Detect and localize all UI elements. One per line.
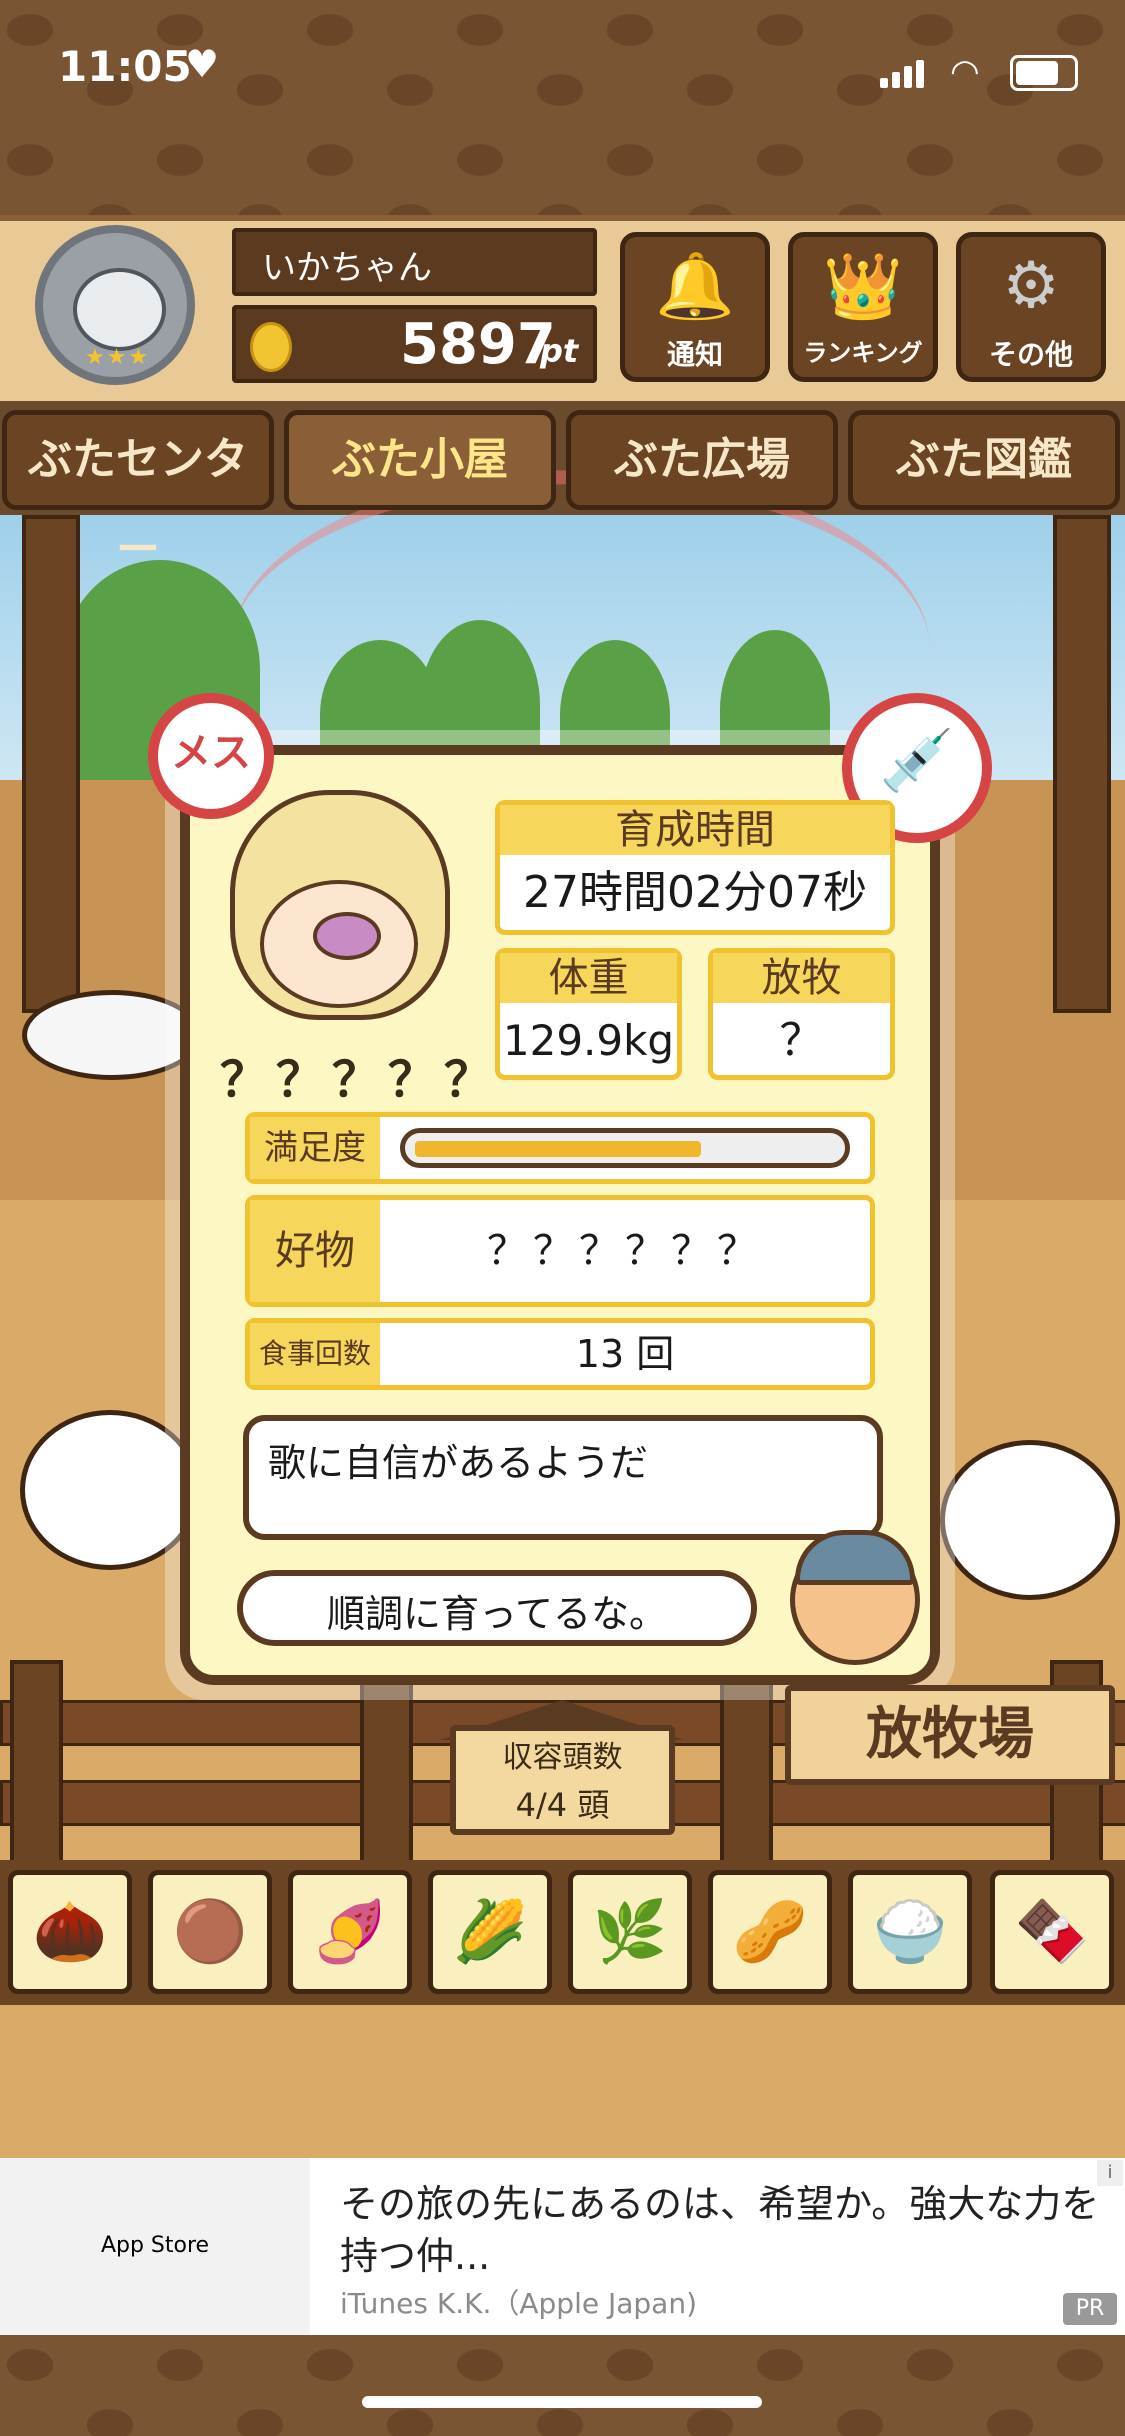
- signal-icon: [880, 60, 928, 88]
- gate-post-right: [1053, 515, 1111, 1013]
- pig-face-icon: [73, 268, 166, 351]
- player-name: いかちゃん: [262, 248, 432, 288]
- capacity-value: 4/4 頭: [515, 1786, 610, 1824]
- growth-time-value: 27時間02分07秒: [523, 867, 867, 918]
- food-item-button[interactable]: 🟤: [148, 1870, 272, 1994]
- points-unit: pt: [540, 332, 579, 370]
- coin-icon: [250, 322, 292, 372]
- food-item-button[interactable]: 🌿: [568, 1870, 692, 1994]
- bottom-background: [0, 2335, 1125, 2436]
- syringe-icon: 💉: [879, 726, 955, 796]
- food-item-button[interactable]: 🥜: [708, 1870, 832, 1994]
- other-button[interactable]: ⚙ その他: [956, 232, 1106, 382]
- pig-sprite: [940, 1440, 1120, 1600]
- top-background: [0, 0, 1125, 215]
- tab-buta-hiroba[interactable]: ぶた広場: [566, 410, 838, 510]
- points-value: 5897: [400, 312, 556, 377]
- favorite-label: 好物: [250, 1200, 380, 1302]
- bell-icon: 🔔: [655, 250, 735, 324]
- food-item-button[interactable]: 🌽: [428, 1870, 552, 1994]
- gear-icon: ⚙: [1002, 249, 1060, 323]
- info-icon[interactable]: i: [1097, 2160, 1123, 2186]
- ad-advertiser: iTunes K.K.（Apple Japan): [340, 2287, 697, 2320]
- growth-time-label: 育成時間: [500, 805, 890, 855]
- fence-post: [10, 1660, 63, 1868]
- tab-buta-koya[interactable]: ぶた小屋: [284, 410, 556, 510]
- notification-button[interactable]: 🔔 通知: [620, 232, 770, 382]
- crown-icon: 👑: [823, 250, 903, 324]
- satisfaction-label: 満足度: [250, 1117, 380, 1179]
- meals-label: 食事回数: [250, 1323, 380, 1385]
- pig-nose: [313, 912, 381, 960]
- rank-stars: ★★★: [85, 345, 151, 370]
- player-avatar[interactable]: ★★★: [35, 225, 195, 385]
- food-item-button[interactable]: 🍠: [288, 1870, 412, 1994]
- grazing-box: 放牧 ？: [708, 948, 895, 1080]
- gate-post-left: [22, 515, 80, 1013]
- satisfaction-fill: [415, 1141, 701, 1157]
- home-indicator[interactable]: [362, 2396, 762, 2408]
- tab-buta-center[interactable]: ぶたセンター: [2, 410, 274, 575]
- weight-label: 体重: [500, 953, 677, 1003]
- ranking-button[interactable]: 👑 ランキング: [788, 232, 938, 382]
- pr-badge: PR: [1063, 2293, 1117, 2325]
- farmer-message: 順調に育ってるな。: [326, 1592, 668, 1636]
- food-item-button[interactable]: 🍫: [990, 1870, 1114, 1994]
- capacity-label: 収容頭数: [502, 1740, 623, 1775]
- ranking-label: ランキング: [803, 339, 923, 367]
- ad-text[interactable]: その旅の先にあるのは、希望か。強大な力を持つ仲...: [340, 2178, 1100, 2282]
- grazing-value: ？: [779, 1015, 824, 1066]
- status-time: 11:05: [58, 42, 192, 91]
- food-item-button[interactable]: 🌰: [8, 1870, 132, 1994]
- growth-time-box: 育成時間 27時間02分07秒: [495, 800, 895, 935]
- weight-box: 体重 129.9kg: [495, 948, 682, 1080]
- other-label: その他: [988, 338, 1073, 371]
- meals-row: 食事回数 13 回: [245, 1318, 875, 1390]
- favorite-row: 好物 ？？？？？？: [245, 1195, 875, 1307]
- grazing-label: 放牧: [713, 953, 890, 1003]
- heart-icon: ♥: [185, 42, 220, 86]
- notification-label: 通知: [666, 338, 723, 371]
- comment-text: 歌に自信があるようだ: [268, 1441, 649, 1485]
- favorite-value: ？？？？？？: [487, 1228, 763, 1274]
- gender-label: メス: [171, 730, 251, 776]
- tab-buta-zukan[interactable]: ぶた図鑑: [848, 410, 1120, 510]
- pig-name: ？？？？？: [220, 1052, 501, 1108]
- food-item-button[interactable]: 🍚: [848, 1870, 972, 1994]
- wifi-icon: ◠: [950, 52, 980, 92]
- weight-value: 129.9kg: [502, 1016, 675, 1065]
- app-store-label: App Store: [100, 2233, 210, 2258]
- meals-value: 13 回: [575, 1332, 675, 1376]
- pasture-sign-button[interactable]: 放牧場: [785, 1685, 1115, 1785]
- battery-icon: [1010, 55, 1078, 91]
